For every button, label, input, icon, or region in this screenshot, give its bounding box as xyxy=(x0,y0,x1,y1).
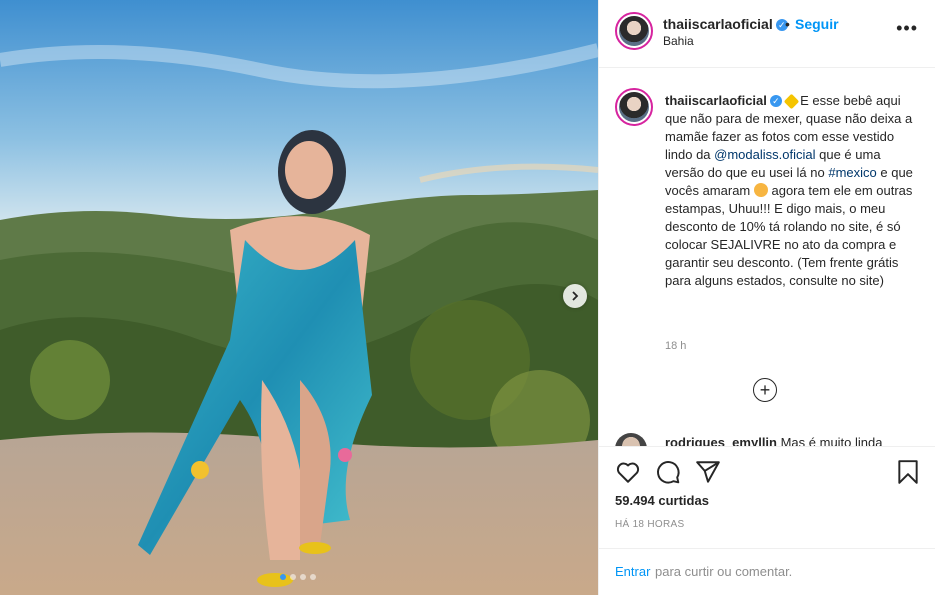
load-more-comments-button[interactable]: + xyxy=(753,378,777,402)
post-photo xyxy=(0,0,598,595)
carousel-dot-active xyxy=(280,574,286,580)
login-prompt-text: para curtir ou comentar. xyxy=(655,564,793,579)
verified-badge-icon: ✓ xyxy=(769,95,782,107)
comments-area[interactable]: thaiiscarlaoficial ✓ E esse bebê aqui que… xyxy=(599,69,935,446)
mention-link[interactable]: @modaliss.oficial xyxy=(714,147,815,162)
post-timestamp[interactable]: HÁ 18 HORAS xyxy=(615,519,684,530)
login-link[interactable]: Entrar xyxy=(615,564,650,579)
avatar[interactable] xyxy=(615,12,653,50)
smiling-face-icon xyxy=(753,183,768,197)
carousel-dots xyxy=(280,574,316,580)
separator-dot: • xyxy=(785,16,790,32)
comment-avatar[interactable] xyxy=(615,433,647,446)
heart-icon[interactable] xyxy=(615,459,641,485)
bookmark-icon[interactable] xyxy=(895,459,921,485)
caption-username[interactable]: thaiiscarlaoficial xyxy=(665,93,767,108)
comment-username[interactable]: rodrigues_emyllin xyxy=(665,435,777,446)
post-caption: thaiiscarlaoficial ✓ E esse bebê aqui que… xyxy=(665,92,917,290)
comment-text: Mas é muito linda xyxy=(776,435,883,446)
chevron-right-icon xyxy=(572,291,579,301)
next-slide-button[interactable] xyxy=(563,284,587,308)
carousel-dot xyxy=(290,574,296,580)
plus-icon: + xyxy=(759,380,771,400)
comment: rodrigues_emyllin Mas é muito linda xyxy=(665,435,882,446)
caption-text-4: agora tem ele em outras estampas, Uhuu!!… xyxy=(665,183,913,288)
caption-avatar[interactable] xyxy=(615,88,653,126)
post-sidebar: thaiiscarlaoficial ✓ • Seguir Bahia ••• t… xyxy=(598,0,935,595)
share-icon[interactable] xyxy=(695,459,721,485)
caption-timestamp[interactable]: 18 h xyxy=(665,340,686,352)
username-text[interactable]: thaiiscarlaoficial xyxy=(663,16,773,32)
location-link[interactable]: Bahia xyxy=(663,34,694,48)
post-media[interactable] xyxy=(0,0,598,595)
login-bar: Entrar para curtir ou comentar. xyxy=(599,548,935,595)
post-actions: 59.494 curtidas HÁ 18 HORAS Entrar para … xyxy=(599,446,935,595)
header-username[interactable]: thaiiscarlaoficial ✓ xyxy=(663,16,788,32)
likes-count[interactable]: 59.494 curtidas xyxy=(615,493,709,508)
comment-icon[interactable] xyxy=(655,459,681,485)
post-header: thaiiscarlaoficial ✓ • Seguir Bahia ••• xyxy=(599,0,935,68)
follow-button[interactable]: Seguir xyxy=(795,16,839,32)
carousel-dot xyxy=(300,574,306,580)
carousel-dot xyxy=(310,574,316,580)
more-horizontal-icon[interactable]: ••• xyxy=(896,19,918,37)
hashtag-link[interactable]: #mexico xyxy=(828,165,876,180)
